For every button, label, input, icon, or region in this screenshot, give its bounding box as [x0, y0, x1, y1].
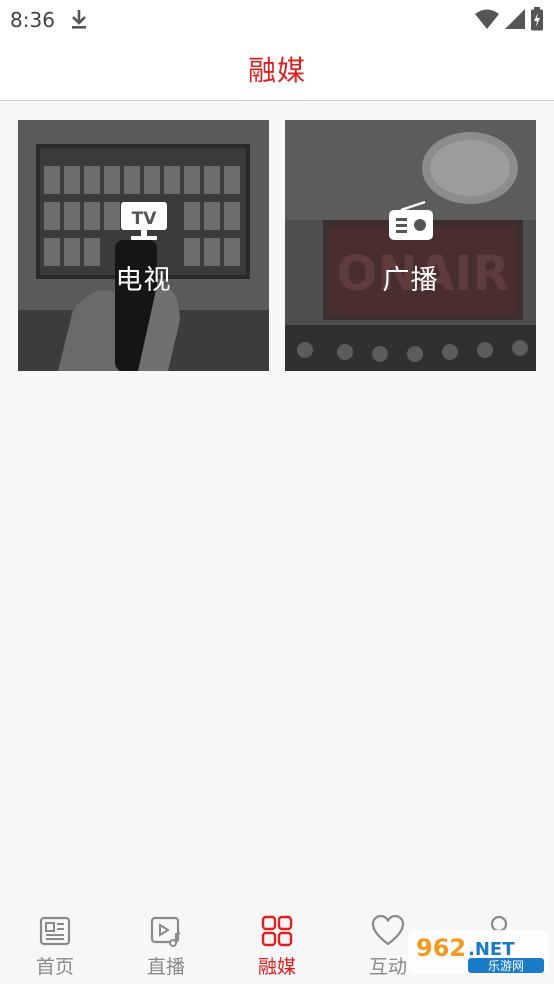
radio-tile[interactable]: ONAIR 广播 [285, 120, 536, 371]
radio-tile-label: 广播 [382, 265, 439, 296]
tv-icon: TV [120, 202, 167, 240]
signal-icon [505, 9, 525, 29]
watermark-caption: 乐游网 [488, 959, 524, 973]
radio-icon [388, 200, 433, 240]
battery-charging-icon [531, 7, 543, 31]
status-bar: 8:36 [0, 0, 554, 38]
tab-live[interactable]: 直播 [111, 904, 221, 984]
app-header: 融媒 [0, 38, 554, 101]
video-music-icon [150, 916, 181, 947]
watermark-suffix: .NET [468, 939, 515, 960]
news-icon [39, 916, 71, 946]
watermark-number: 962 [416, 934, 466, 962]
tv-background-image [18, 120, 269, 371]
tab-media-label: 融媒 [257, 956, 296, 978]
heart-icon [371, 914, 405, 946]
grid-icon [261, 915, 293, 947]
tab-home[interactable]: 首页 [0, 904, 110, 984]
watermark-logo: 962 .NET 乐游网 [408, 930, 548, 974]
tab-live-label: 直播 [146, 956, 185, 978]
page-title: 融媒 [247, 54, 306, 87]
tv-tile-label: 电视 [115, 265, 172, 296]
tv-tile[interactable]: TV 电视 [18, 120, 269, 371]
wifi-icon [475, 9, 499, 29]
status-icons [474, 6, 544, 32]
status-time: 8:36 [10, 8, 55, 32]
tv-icon-text: TV [131, 209, 157, 229]
tab-home-label: 首页 [35, 956, 74, 978]
radio-background-image: ONAIR [285, 120, 536, 371]
tab-media[interactable]: 融媒 [222, 904, 332, 984]
download-icon [72, 10, 86, 29]
